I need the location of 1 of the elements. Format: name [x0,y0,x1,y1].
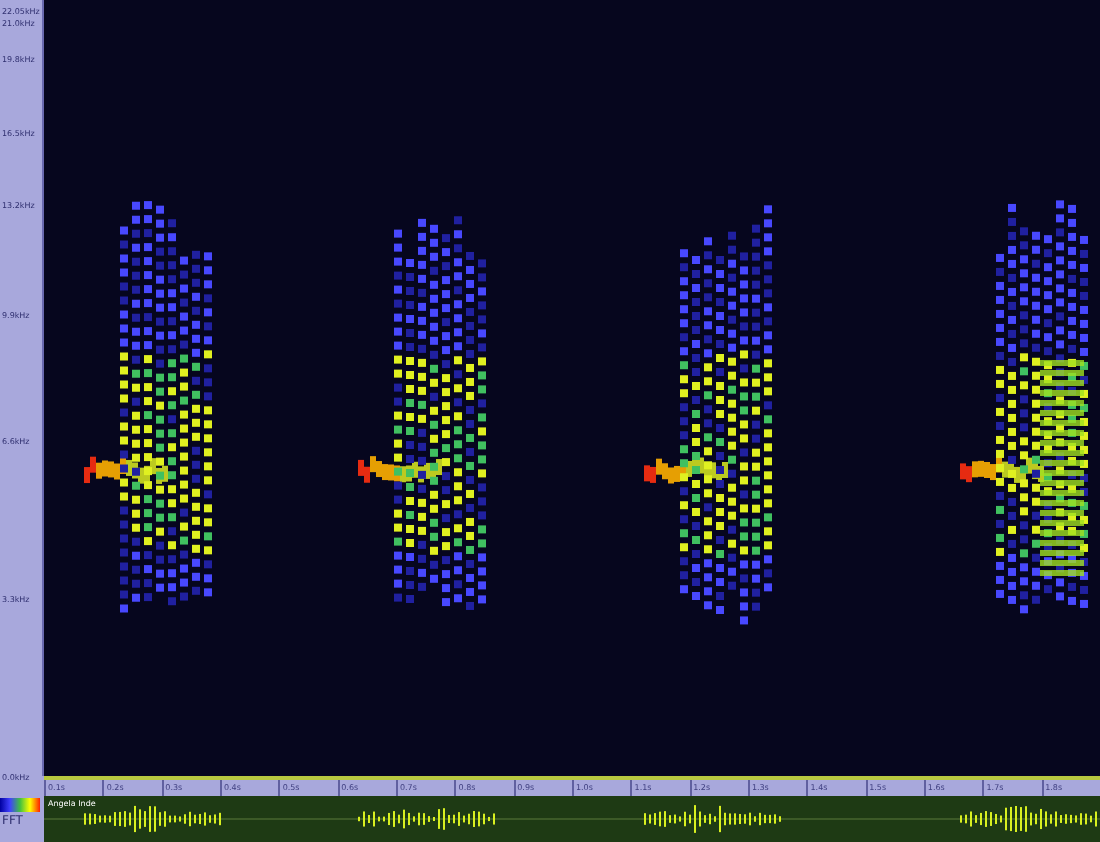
color-scale [0,798,40,812]
